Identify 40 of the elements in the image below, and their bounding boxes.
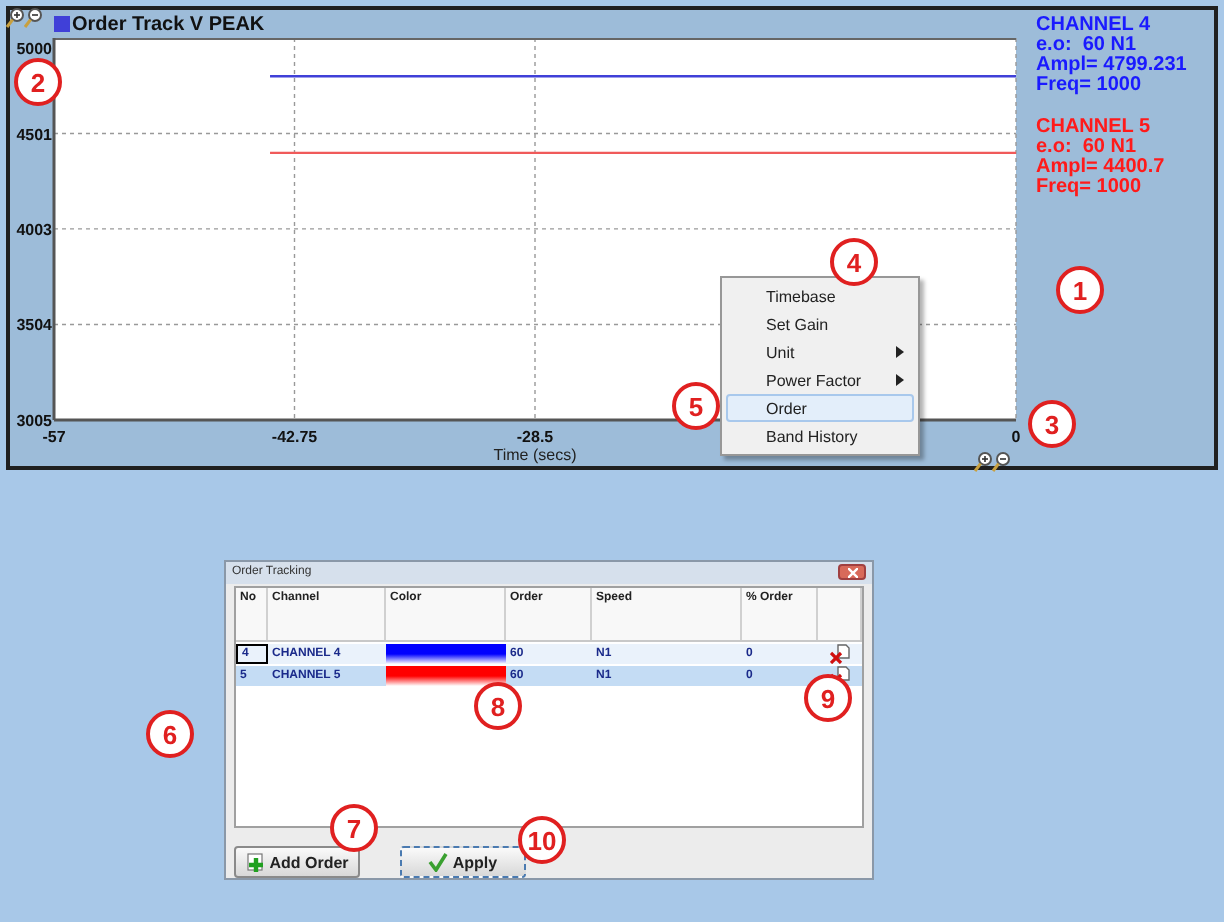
menu-item[interactable]: Band History	[726, 422, 914, 450]
menu-item[interactable]: Timebase	[726, 282, 914, 310]
callout-number: 6	[146, 710, 194, 758]
legend-channel-name: CHANNEL 5	[1036, 118, 1153, 138]
legend-channel-name: CHANNEL 4	[1036, 16, 1153, 36]
y-tick-label: 3005	[16, 412, 52, 430]
menu-item[interactable]: Unit	[726, 338, 914, 366]
legend-reading: e.o: 60 N1	[1036, 36, 1139, 56]
zoom-out-icon[interactable]	[24, 8, 42, 28]
zoom-in-icon[interactable]	[974, 452, 992, 472]
x-tick-label: -57	[42, 428, 66, 446]
menu-item[interactable]: Order	[726, 394, 914, 422]
close-icon	[847, 567, 857, 578]
apply-button[interactable]: Apply	[400, 846, 526, 878]
close-button[interactable]	[838, 564, 866, 581]
color-swatch[interactable]	[386, 643, 506, 664]
delete-icon[interactable]	[830, 643, 850, 664]
color-swatch[interactable]	[386, 665, 506, 686]
checkmark-icon	[428, 852, 449, 872]
y-tick-label: 4501	[16, 125, 52, 144]
add-icon	[245, 852, 266, 872]
y-tick-label: 3504	[16, 316, 52, 335]
x-tick-label: 0	[1011, 428, 1021, 446]
legend-reading: e.o: 60 N1	[1036, 138, 1139, 158]
legend-reading: Freq= 1000	[1036, 76, 1144, 96]
menu-item[interactable]: Set Gain	[726, 310, 914, 338]
add-order-button[interactable]: Add Order	[234, 846, 360, 878]
legend-reading: Ampl= 4400.7	[1036, 158, 1167, 178]
series-color-icon	[54, 16, 70, 32]
menu-item[interactable]: Power Factor	[726, 366, 914, 394]
legend-reading: Ampl= 4799.231	[1036, 56, 1187, 76]
x-axis-title: Time (secs)	[493, 446, 577, 464]
legend-reading: Freq= 1000	[1036, 178, 1144, 198]
zoom-out-icon[interactable]	[992, 452, 1010, 472]
x-tick-label: -42.75	[271, 428, 318, 446]
y-tick-label: 4003	[16, 220, 52, 239]
y-tick-label: 5000	[16, 40, 52, 58]
zoom-in-icon[interactable]	[6, 8, 24, 28]
chart-title: Order Track V PEAK	[72, 13, 265, 35]
x-tick-label: -28.5	[516, 428, 554, 446]
